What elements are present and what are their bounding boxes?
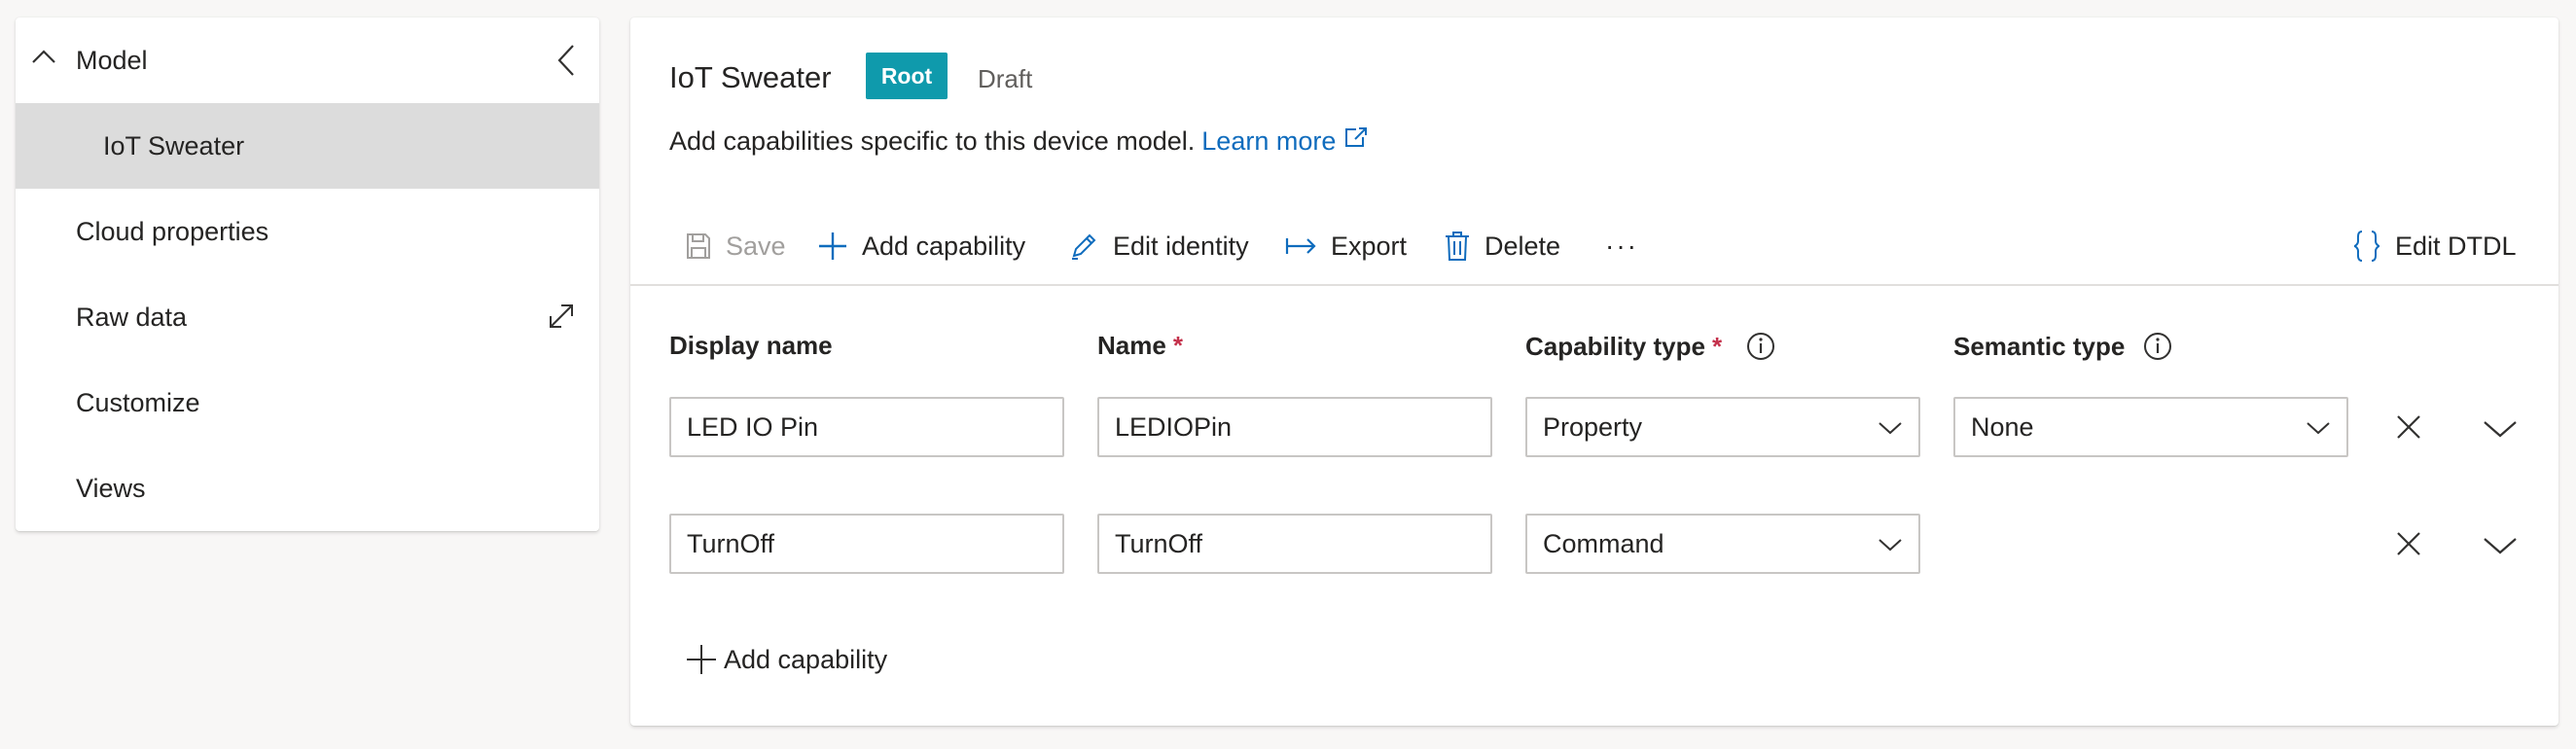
edit-dtdl-button[interactable]: Edit DTDL — [2352, 222, 2517, 270]
column-header-label: Capability type — [1525, 331, 1705, 361]
column-header-label: Semantic type — [1953, 331, 2126, 361]
export-button[interactable]: Export — [1284, 222, 1407, 270]
collapse-panel-icon[interactable] — [556, 43, 576, 78]
page-description: Add capabilities specific to this device… — [669, 126, 1369, 157]
chevron-up-icon[interactable] — [31, 48, 56, 65]
model-nav-panel: Model IoT Sweater Cloud properties Raw d… — [16, 18, 599, 531]
nav-item-label: Customize — [76, 387, 200, 417]
status-text: Draft — [978, 64, 1033, 93]
nav-item-customize[interactable]: Customize — [16, 360, 599, 446]
pencil-icon — [1068, 231, 1099, 262]
required-marker: * — [1172, 331, 1183, 360]
expand-row-icon[interactable] — [2483, 536, 2518, 555]
nav-item-cloud-properties[interactable]: Cloud properties — [16, 189, 599, 274]
save-label: Save — [726, 231, 786, 261]
delete-row-icon[interactable] — [2395, 530, 2422, 557]
name-input[interactable]: TurnOff — [1097, 514, 1492, 574]
plus-icon — [685, 643, 718, 676]
semantic-type-dropdown[interactable]: None — [1953, 397, 2348, 457]
expand-icon[interactable] — [547, 302, 576, 331]
chevron-down-icon — [1878, 537, 1903, 553]
nav-model-label: Model — [76, 45, 148, 75]
save-button[interactable]: Save — [685, 222, 786, 270]
column-header-display-name: Display name — [669, 331, 833, 361]
expand-row-icon[interactable] — [2483, 419, 2518, 439]
nav-item-label: Cloud properties — [76, 216, 269, 246]
page-title: IoT Sweater — [669, 60, 832, 94]
delete-row-icon[interactable] — [2395, 413, 2422, 441]
column-header-label: Display name — [669, 331, 833, 360]
nav-item-views[interactable]: Views — [16, 446, 599, 531]
export-icon — [1284, 232, 1317, 260]
column-header-name: Name * — [1097, 331, 1183, 361]
capability-type-dropdown[interactable]: Property — [1525, 397, 1920, 457]
dropdown-value: Property — [1543, 411, 1643, 442]
braces-icon — [2352, 230, 2381, 263]
dropdown-value: None — [1971, 411, 2034, 442]
add-capability-button[interactable]: Add capability — [817, 222, 1025, 270]
root-badge: Root — [866, 53, 948, 99]
learn-more-link[interactable]: Learn more — [1201, 126, 1336, 157]
column-header-capability-type: Capability type * — [1525, 331, 1776, 362]
add-capability-label: Add capability — [724, 644, 888, 674]
nav-item-label: Raw data — [76, 302, 188, 332]
column-header-semantic-type: Semantic type — [1953, 331, 2173, 362]
dropdown-value: Command — [1543, 528, 1664, 558]
info-icon[interactable] — [1745, 331, 1776, 362]
display-name-input[interactable]: LED IO Pin — [669, 397, 1064, 457]
external-link-icon — [1343, 125, 1369, 149]
required-marker: * — [1711, 331, 1723, 361]
toolbar-divider — [630, 284, 2558, 286]
chevron-down-icon — [2306, 420, 2331, 436]
nav-item-label: Views — [76, 473, 146, 503]
description-text: Add capabilities specific to this device… — [669, 126, 1196, 156]
delete-label: Delete — [1485, 231, 1561, 261]
export-label: Export — [1331, 231, 1408, 261]
nav-model-header[interactable]: Model — [16, 18, 599, 103]
nav-item-label: IoT Sweater — [103, 130, 245, 160]
trash-icon — [1444, 231, 1471, 262]
add-capability-link[interactable]: Add capability — [685, 640, 887, 679]
save-icon — [685, 232, 712, 261]
nav-item-iot-sweater[interactable]: IoT Sweater — [16, 103, 599, 189]
add-capability-label: Add capability — [862, 231, 1026, 261]
column-header-label: Name — [1097, 331, 1166, 360]
plus-icon — [817, 231, 848, 262]
edit-dtdl-label: Edit DTDL — [2395, 231, 2517, 261]
display-name-input[interactable]: TurnOff — [669, 514, 1064, 574]
name-input[interactable]: LEDIOPin — [1097, 397, 1492, 457]
info-icon[interactable] — [2142, 331, 2173, 362]
capability-type-dropdown[interactable]: Command — [1525, 514, 1920, 574]
more-options-button[interactable]: ··· — [1605, 222, 1638, 270]
delete-button[interactable]: Delete — [1444, 222, 1560, 270]
chevron-down-icon — [1878, 420, 1903, 436]
nav-item-raw-data[interactable]: Raw data — [16, 274, 599, 360]
capabilities-panel: IoT Sweater Root Draft Add capabilities … — [630, 18, 2558, 726]
edit-identity-button[interactable]: Edit identity — [1068, 222, 1249, 270]
edit-identity-label: Edit identity — [1113, 231, 1249, 261]
